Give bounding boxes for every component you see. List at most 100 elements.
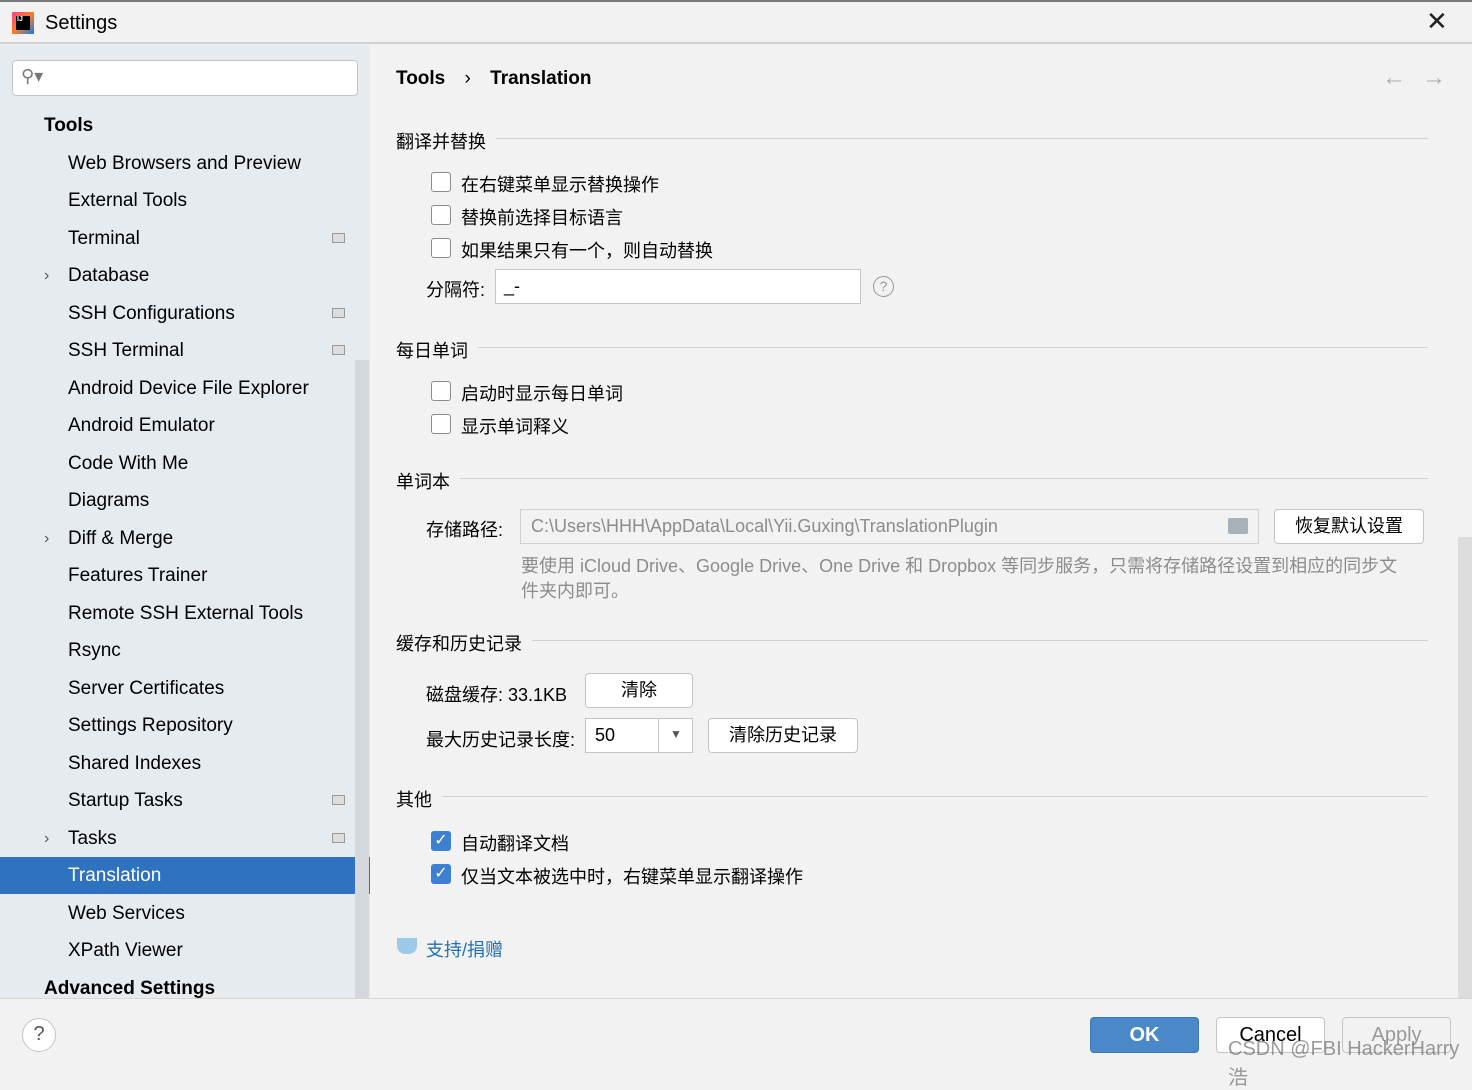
sidebar-item-label: Rsync bbox=[68, 640, 121, 661]
divider bbox=[442, 796, 1428, 797]
checkbox-label: 自动翻译文档 bbox=[461, 834, 569, 854]
sidebar-item-tasks[interactable]: › Tasks bbox=[0, 820, 370, 857]
footer-divider bbox=[0, 998, 1472, 999]
sidebar-item-code-with-me[interactable]: Code With Me bbox=[0, 445, 370, 482]
sidebar-item-web-services[interactable]: Web Services bbox=[0, 895, 370, 932]
checkbox-select-target-lang[interactable] bbox=[431, 205, 451, 225]
sidebar-item-advanced-settings[interactable]: Advanced Settings bbox=[0, 970, 370, 1007]
chevron-right-icon[interactable]: › bbox=[44, 257, 49, 294]
path-label: 存储路径: bbox=[426, 520, 504, 540]
help-button[interactable]: ? bbox=[22, 1018, 56, 1052]
sidebar-item-android-device-file-explorer[interactable]: Android Device File Explorer bbox=[0, 370, 370, 407]
select-value: 50 bbox=[595, 725, 616, 745]
storage-path-input[interactable]: C:\Users\HHH\AppData\Local\Yii.Guxing\Tr… bbox=[520, 509, 1259, 544]
sidebar-item-label: Tools bbox=[44, 115, 94, 136]
clear-history-button[interactable]: 清除历史记录 bbox=[708, 718, 858, 753]
reset-default-button[interactable]: 恢复默认设置 bbox=[1274, 509, 1424, 544]
sidebar-item-diff-merge[interactable]: › Diff & Merge bbox=[0, 520, 370, 557]
sync-hint: 要使用 iCloud Drive、Google Drive、One Drive … bbox=[521, 556, 1398, 601]
section-title-replace: 翻译并替换 bbox=[396, 132, 486, 152]
sidebar-item-startup-tasks[interactable]: Startup Tasks bbox=[0, 782, 370, 819]
forward-arrow-icon[interactable]: → bbox=[1422, 64, 1446, 92]
checkbox-auto-translate-doc[interactable]: ✓ bbox=[431, 831, 451, 851]
close-icon[interactable]: ✕ bbox=[1426, 6, 1448, 37]
checkbox-show-replace[interactable] bbox=[431, 172, 451, 192]
sidebar-item-tools[interactable]: Tools bbox=[0, 107, 370, 144]
chevron-right-icon[interactable]: › bbox=[44, 520, 49, 557]
sidebar-item-label: SSH Terminal bbox=[68, 340, 184, 361]
sidebar-item-label: Features Trainer bbox=[68, 565, 208, 586]
sidebar-item-translation[interactable]: Translation bbox=[0, 857, 370, 894]
sidebar-item-label: SSH Configurations bbox=[68, 302, 235, 324]
checkbox-auto-replace[interactable] bbox=[431, 238, 451, 258]
section-title-daily: 每日单词 bbox=[396, 341, 468, 361]
sidebar-item-label: Settings Repository bbox=[68, 715, 233, 736]
sidebar-item-label: Tasks bbox=[68, 827, 117, 849]
help-icon[interactable]: ? bbox=[873, 276, 894, 297]
sidebar-item-label: Server Certificates bbox=[68, 677, 225, 699]
divider bbox=[532, 640, 1428, 641]
sidebar-item-label: XPath Viewer bbox=[68, 940, 183, 961]
breadcrumb-parent[interactable]: Tools bbox=[396, 68, 445, 89]
project-level-icon bbox=[332, 795, 345, 805]
window-title: Settings bbox=[45, 12, 118, 34]
checkbox-daily-on-start[interactable] bbox=[431, 381, 451, 401]
sidebar-item-remote-ssh-external-tools[interactable]: Remote SSH External Tools bbox=[0, 595, 370, 632]
sidebar-item-settings-repository[interactable]: Settings Repository bbox=[0, 707, 370, 744]
checkbox-label: 在右键菜单显示替换操作 bbox=[461, 175, 659, 195]
support-link[interactable]: 支持/捐赠 bbox=[426, 936, 503, 962]
sidebar-item-label: Diff & Merge bbox=[68, 527, 174, 549]
breadcrumb: Tools › Translation bbox=[396, 68, 592, 90]
sidebar-item-ssh-terminal[interactable]: SSH Terminal bbox=[0, 332, 370, 369]
checkbox-label: 启动时显示每日单词 bbox=[461, 384, 623, 404]
sidebar-item-shared-indexes[interactable]: Shared Indexes bbox=[0, 745, 370, 782]
chevron-down-icon: ▼ bbox=[670, 727, 682, 741]
back-arrow-icon[interactable]: ← bbox=[1382, 64, 1406, 92]
sidebar-item-diagrams[interactable]: Diagrams bbox=[0, 482, 370, 519]
breadcrumb-separator: › bbox=[464, 68, 471, 89]
sidebar-item-label: Web Services bbox=[68, 902, 185, 924]
ok-button[interactable]: OK bbox=[1090, 1017, 1199, 1053]
section-title-cache: 缓存和历史记录 bbox=[396, 634, 522, 654]
checkbox-context-menu-selected[interactable]: ✓ bbox=[431, 864, 451, 884]
separator-input[interactable]: _- bbox=[495, 269, 861, 304]
section-title-other: 其他 bbox=[396, 790, 432, 810]
sidebar-item-ssh-configurations[interactable]: SSH Configurations bbox=[0, 295, 370, 332]
sidebar-item-label: Advanced Settings bbox=[44, 977, 216, 999]
clear-cache-button[interactable]: 清除 bbox=[585, 673, 693, 708]
sidebar-item-label: Diagrams bbox=[68, 490, 150, 511]
search-input[interactable]: ⚲▾ bbox=[12, 60, 358, 96]
sidebar-item-database[interactable]: › Database bbox=[0, 257, 370, 294]
sidebar-item-label: Startup Tasks bbox=[68, 790, 183, 811]
sidebar-item-external-tools[interactable]: External Tools bbox=[0, 182, 370, 219]
dropdown-divider bbox=[658, 719, 659, 752]
max-history-select[interactable]: 50 ▼ bbox=[585, 718, 693, 753]
sidebar-item-label: External Tools bbox=[68, 190, 187, 211]
folder-icon[interactable] bbox=[1228, 518, 1248, 534]
project-level-icon bbox=[332, 345, 345, 355]
chevron-right-icon[interactable]: › bbox=[44, 820, 49, 857]
sidebar-item-xpath-viewer[interactable]: XPath Viewer bbox=[0, 932, 370, 969]
project-level-icon bbox=[332, 232, 345, 243]
sidebar-item-features-trainer[interactable]: Features Trainer bbox=[0, 557, 370, 594]
sidebar-item-label: Android Emulator bbox=[68, 415, 215, 436]
sidebar-scrollbar[interactable] bbox=[355, 360, 369, 998]
checkbox-show-definition[interactable] bbox=[431, 414, 451, 434]
title-bar: IJ Settings ✕ bbox=[0, 0, 1472, 44]
sidebar-item-label: Terminal bbox=[68, 227, 140, 249]
sidebar-item-web-browsers-and-preview[interactable]: Web Browsers and Preview bbox=[0, 145, 370, 182]
intellij-logo-icon: IJ bbox=[12, 12, 34, 34]
sidebar-item-android-emulator[interactable]: Android Emulator bbox=[0, 407, 370, 444]
main-scrollbar[interactable] bbox=[1458, 537, 1472, 998]
sidebar-item-rsync[interactable]: Rsync bbox=[0, 632, 370, 669]
watermark: CSDN @FBI HackerHarry浩 bbox=[1228, 1038, 1460, 1089]
separator-label: 分隔符: bbox=[426, 280, 486, 300]
checkbox-label: 替换前选择目标语言 bbox=[461, 208, 623, 228]
sidebar-item-label: Web Browsers and Preview bbox=[68, 152, 302, 174]
sidebar-item-terminal[interactable]: Terminal bbox=[0, 220, 370, 257]
sidebar-item-label: Remote SSH External Tools bbox=[68, 602, 304, 624]
sidebar-item-label: Shared Indexes bbox=[68, 752, 202, 774]
sidebar-item-server-certificates[interactable]: Server Certificates bbox=[0, 670, 370, 707]
sidebar-item-label: Android Device File Explorer bbox=[68, 377, 309, 399]
checkbox-label: 仅当文本被选中时，右键菜单显示翻译操作 bbox=[461, 867, 803, 887]
